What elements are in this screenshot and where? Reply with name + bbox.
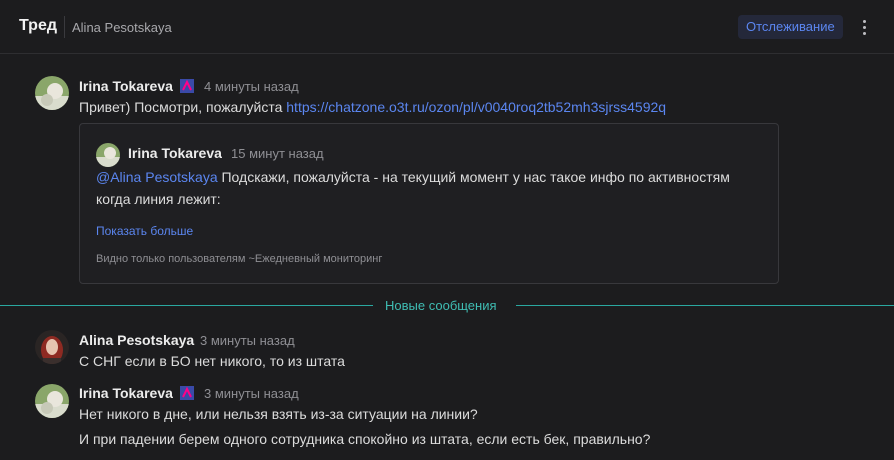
message-text-line2: И при падении берем одного сотрудника сп… [79,431,651,447]
quote-time[interactable]: 15 минут назад [231,146,324,161]
quote-text-body: Подскажи, пожалуйста - на текущий момент… [217,169,730,185]
message-time[interactable]: 3 минуты назад [204,386,299,401]
new-messages-label: Новые сообщения [385,298,497,313]
thread-title: Тред [19,17,57,34]
message-author[interactable]: Irina Tokareva [79,385,173,401]
show-more-link[interactable]: Показать больше [96,224,193,238]
message-time[interactable]: 3 минуты назад [200,333,295,348]
channel-name[interactable]: Alina Pesotskaya [72,20,172,35]
avatar-irina[interactable] [35,384,69,418]
message-author[interactable]: Irina Tokareva [79,78,173,94]
message-author[interactable]: Alina Pesotskaya [79,332,194,348]
quote-text-line1: @Alina Pesotskaya Подскажи, пожалуйста -… [96,169,730,185]
message-time[interactable]: 4 минуты назад [204,79,299,94]
message-text: Привет) Посмотри, пожалуйста https://cha… [79,99,666,115]
new-messages-line-right [516,305,894,306]
message-text: С СНГ если в БО нет никого, то из штата [79,353,345,369]
new-messages-line-left [0,305,373,306]
avatar-irina[interactable] [35,76,69,110]
quote-mention[interactable]: @Alina Pesotskaya [96,169,218,185]
quote-author[interactable]: Irina Tokareva [128,145,222,161]
message-text-line1: Нет никого в дне, или нельзя взять из-за… [79,406,478,422]
follow-button[interactable]: Отслеживание [738,15,843,39]
more-vertical-icon[interactable] [856,17,872,37]
avatar-irina-small[interactable] [96,143,120,167]
avatar-alina[interactable] [35,330,69,364]
quoted-message[interactable]: Irina Tokareva 15 минут назад @Alina Pes… [79,123,779,284]
thread-header: Тред Alina Pesotskaya Отслеживание [0,0,894,54]
header-divider [64,16,65,38]
flag-badge-icon [180,386,194,400]
quote-text-line2: когда линия лежит: [96,191,221,207]
quote-visibility-note: Видно только пользователям ~Ежедневный м… [96,253,383,265]
message-link[interactable]: https://chatzone.o3t.ru/ozon/pl/v0040roq… [286,99,666,115]
message-text-body: Привет) Посмотри, пожалуйста [79,99,287,115]
flag-badge-icon [180,79,194,93]
